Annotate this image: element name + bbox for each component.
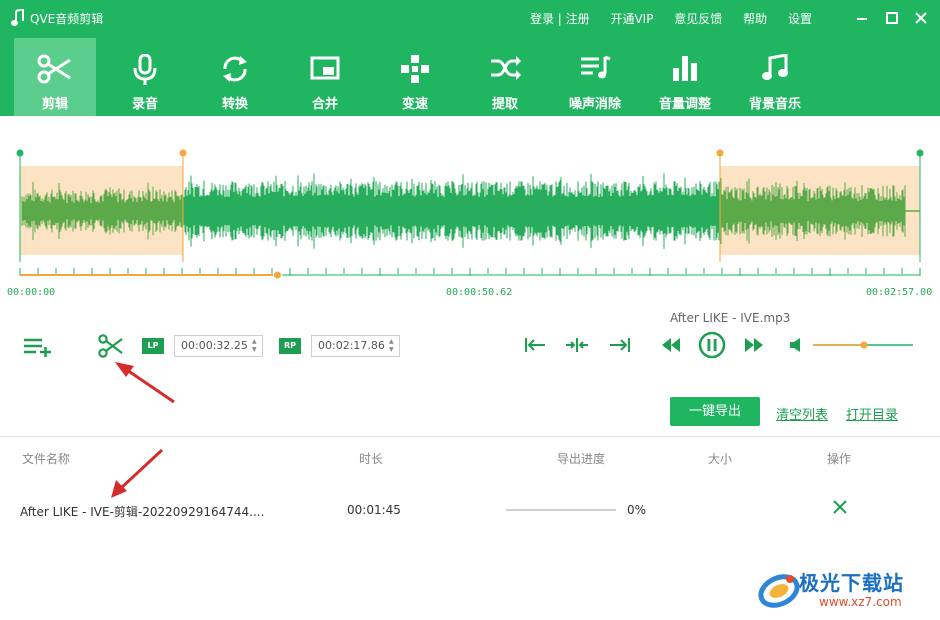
lp-time-value: 00:00:32.25 [181,339,248,352]
convert-icon [223,56,247,82]
music-logo-icon [11,9,24,26]
tool-label: 音量调整 [658,97,711,112]
waveform-editor[interactable] [0,116,940,306]
end-marker-handle[interactable] [916,149,924,157]
volume-icon[interactable] [789,338,805,352]
tool-label: 噪声消除 [568,97,621,112]
app-window: QVE音频剪辑 登录 | 注册 开通VIP 意见反馈 帮助 设置 剪辑 录音 转… [0,0,940,620]
vip-link[interactable]: 开通VIP [610,12,653,26]
extract-icon [491,56,521,80]
lp-badge: LP [142,338,164,354]
tool-merge[interactable]: 合并 [284,38,366,116]
microphone-icon [133,54,157,85]
cut-scissors-icon[interactable] [98,334,124,358]
row-duration: 00:01:45 [347,503,401,517]
tool-record[interactable]: 录音 [104,38,186,116]
time-start-label: 00:00:00 [7,287,56,298]
one-click-export-button[interactable]: 一键导出 [670,397,760,426]
tool-label: 剪辑 [41,97,68,112]
row-file-name: After LIKE - IVE-剪辑-20220929164744.... [20,505,265,519]
minimize-icon[interactable] [852,8,872,28]
lp-marker-handle[interactable] [179,149,187,157]
tool-label: 转换 [221,97,248,112]
section-divider [0,436,940,437]
jump-to-center-icon[interactable] [565,337,589,353]
annotation-arrow-2 [118,448,164,491]
feedback-link[interactable]: 意见反馈 [674,12,722,26]
tool-label: 提取 [491,97,518,112]
music-note-icon [762,54,788,80]
tool-speed[interactable]: 变速 [374,38,456,116]
column-header-progress: 导出进度 [557,452,606,466]
tool-label: 背景音乐 [748,97,801,112]
lp-time-input[interactable]: 00:00:32.25 ▲ ▼ [174,335,263,357]
current-file-name: After LIKE - IVE.mp3 [670,311,791,325]
site-watermark: 极光下载站 www.xz7.com [757,565,937,615]
tool-label: 合并 [311,97,338,112]
tool-extract[interactable]: 提取 [464,38,546,116]
tool-label: 录音 [131,97,158,112]
time-end-label: 00:02:57.00 [866,287,933,298]
column-header-size: 大小 [708,452,733,466]
tool-label: 变速 [401,97,428,112]
jump-to-start-icon[interactable] [524,337,546,353]
column-header-actions: 操作 [827,452,852,466]
fast-forward-icon[interactable] [744,338,764,352]
watermark-title: 极光下载站 [799,571,904,595]
annotation-arrow-2-head [111,480,127,498]
volume-adjust-icon [673,56,697,81]
merge-icon [310,56,340,80]
lp-time-spinner[interactable]: ▲ ▼ [252,338,259,354]
tool-noise-removal[interactable]: 噪声消除 [554,38,636,116]
app-title: QVE音频剪辑 [30,12,104,26]
tool-convert[interactable]: 转换 [194,38,276,116]
close-icon[interactable] [911,8,931,28]
title-bar: QVE音频剪辑 登录 | 注册 开通VIP 意见反馈 帮助 设置 [0,0,940,38]
rewind-icon[interactable] [661,338,681,352]
help-link[interactable]: 帮助 [743,12,767,26]
open-directory-link[interactable]: 打开目录 [846,404,898,423]
clear-list-link[interactable]: 清空列表 [776,404,828,423]
row-progress-text: 0% [627,503,647,517]
jump-to-end-icon[interactable] [609,337,631,353]
row-progress-bar [506,509,616,511]
column-header-filename: 文件名称 [22,452,71,466]
top-links: 登录 | 注册 开通VIP 意见反馈 帮助 设置 [513,10,812,27]
annotation-arrow-1 [123,366,175,404]
scissors-icon [37,54,71,84]
rp-time-input[interactable]: 00:02:17.86 ▲ ▼ [311,335,400,357]
settings-link[interactable]: 设置 [788,12,812,26]
main-toolbar: 剪辑 录音 转换 合并 变速 提取 噪声消除 音量调整 背景音乐 [0,38,940,116]
rp-badge: RP [279,338,301,354]
rp-time-value: 00:02:17.86 [318,339,385,352]
rp-marker-handle[interactable] [716,149,724,157]
column-header-duration: 时长 [359,452,384,466]
time-middle-label: 00:00:50.62 [446,287,513,298]
noise-removal-icon [581,55,611,79]
tool-cut[interactable]: 剪辑 [14,38,96,116]
rp-time-spinner[interactable]: ▲ ▼ [389,338,396,354]
volume-slider-knob[interactable] [860,341,868,349]
start-marker-handle[interactable] [16,149,24,157]
login-register-link[interactable]: 登录 | 注册 [530,12,590,26]
annotation-arrow-1-head [115,362,134,377]
pause-icon[interactable] [698,331,726,359]
delete-x-icon[interactable] [833,500,847,514]
maximize-icon[interactable] [882,8,902,28]
watermark-logo-icon [758,574,800,608]
tool-background-music[interactable]: 背景音乐 [734,38,816,116]
watermark-url: www.xz7.com [819,595,902,609]
playhead-handle[interactable] [272,270,282,280]
add-file-icon[interactable] [24,337,52,357]
tool-volume-adjust[interactable]: 音量调整 [644,38,726,116]
volume-slider[interactable] [812,339,914,351]
speed-icon [401,55,429,83]
